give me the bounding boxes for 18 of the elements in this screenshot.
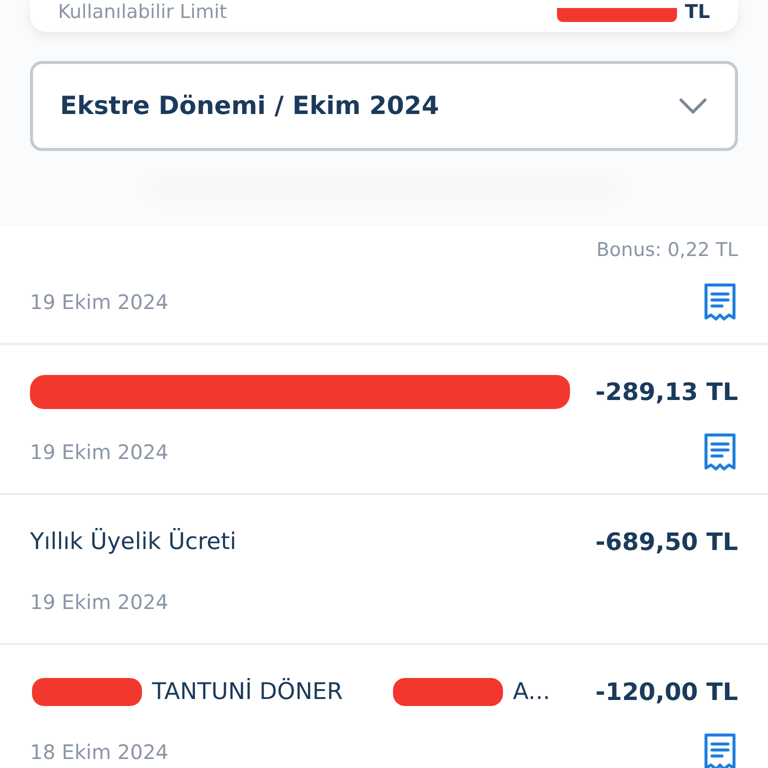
receipt-icon[interactable] xyxy=(702,732,738,768)
transaction-date: 19 Ekim 2024 xyxy=(30,439,168,466)
transaction-title: TANTUNİ DÖNER xyxy=(152,677,343,707)
limit-label: Kullanılabilir Limit xyxy=(58,3,227,22)
transaction-title: Yıllık Üyelik Ücreti xyxy=(30,527,236,557)
transaction-date: 18 Ekim 2024 xyxy=(30,739,168,766)
period-dropdown[interactable]: Ekstre Dönemi / Ekim 2024 xyxy=(30,61,738,151)
bonus-amount: Bonus: 0,22 TL xyxy=(596,238,738,263)
transaction-date: 19 Ekim 2024 xyxy=(30,289,168,316)
transaction-amount: -689,50 TL xyxy=(595,527,738,558)
transaction-amount: -289,13 TL xyxy=(595,377,738,408)
chevron-down-icon xyxy=(678,97,708,115)
limit-currency: TL xyxy=(684,3,710,22)
receipt-icon[interactable] xyxy=(702,282,738,322)
transaction-amount: -120,00 TL xyxy=(595,677,738,708)
transaction-title: A... xyxy=(512,678,550,707)
receipt-icon[interactable] xyxy=(702,432,738,472)
transaction-date: 19 Ekim 2024 xyxy=(30,589,168,616)
